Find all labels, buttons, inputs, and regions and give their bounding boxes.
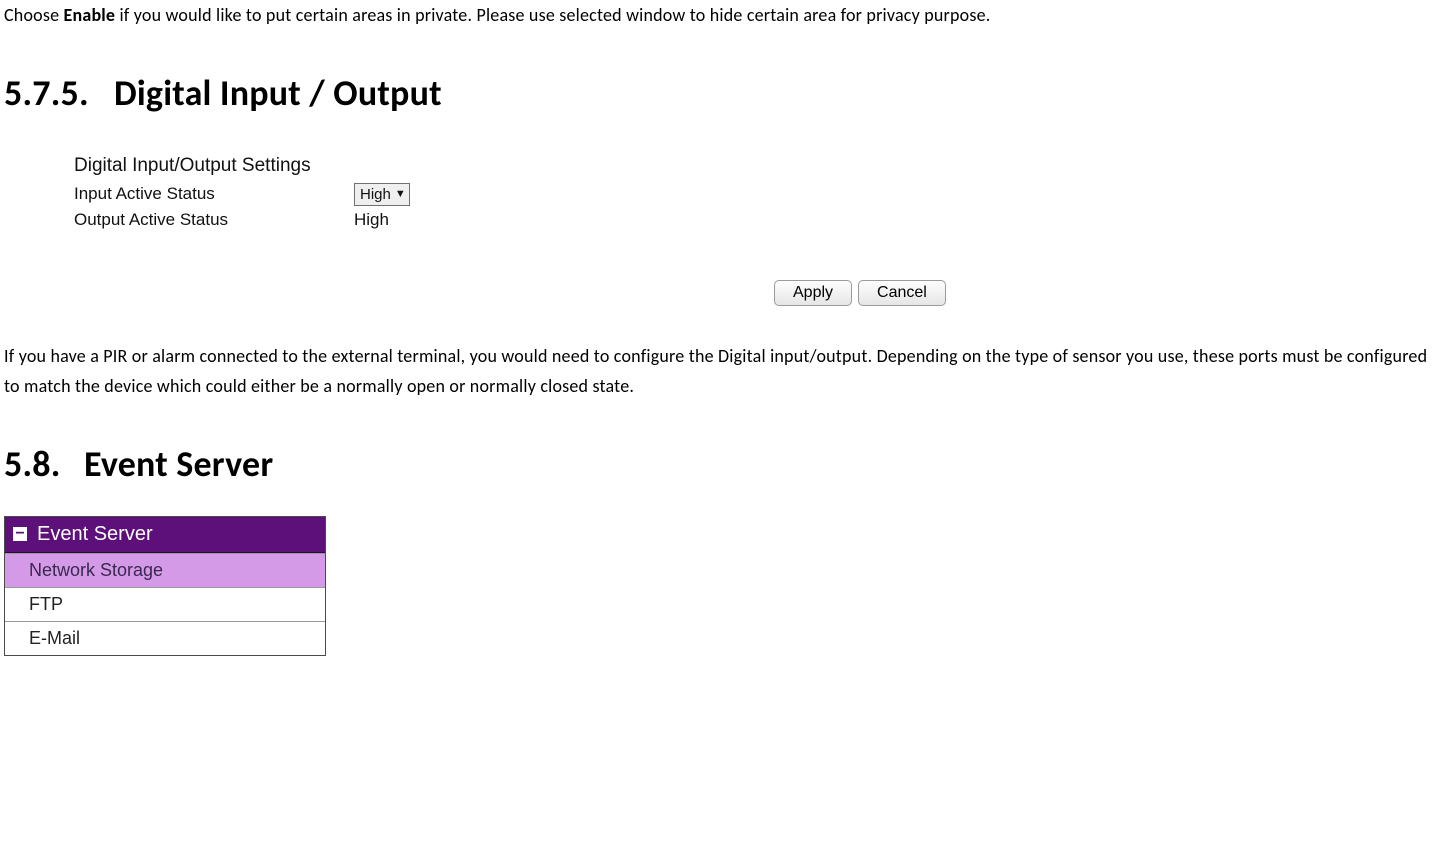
menu-item-label: FTP: [29, 594, 63, 614]
event-server-menu: − Event Server Network Storage FTP E-Mai…: [4, 516, 326, 656]
section-title-58: Event Server: [84, 442, 273, 486]
section-heading-58: 5.8.Event Server: [4, 442, 1437, 486]
section-number-575: 5.7.5.: [4, 71, 114, 115]
dio-description: If you have a PIR or alarm connected to …: [4, 341, 1437, 402]
output-status-label: Output Active Status: [74, 210, 354, 230]
output-status-value: High: [354, 210, 389, 230]
section-heading-575: 5.7.5.Digital Input / Output: [4, 71, 1437, 115]
event-server-menu-header[interactable]: − Event Server: [5, 517, 325, 553]
menu-item-network-storage[interactable]: Network Storage: [5, 553, 325, 587]
event-server-menu-title: Event Server: [37, 523, 153, 546]
section-title-575: Digital Input / Output: [114, 71, 442, 115]
input-status-row: Input Active Status High ▼: [74, 183, 1437, 206]
collapse-icon: −: [13, 527, 27, 541]
intro-bold: Enable: [64, 4, 116, 26]
output-status-row: Output Active Status High: [74, 210, 1437, 230]
input-status-dropdown[interactable]: High ▼: [354, 183, 410, 206]
input-status-label: Input Active Status: [74, 184, 354, 204]
intro-suffix: if you would like to put certain areas i…: [115, 4, 990, 26]
dio-settings-block: Digital Input/Output Settings Input Acti…: [74, 155, 1437, 306]
section-number-58: 5.8.: [4, 442, 84, 486]
intro-paragraph: Choose Enable if you would like to put c…: [4, 0, 1437, 31]
chevron-down-icon: ▼: [395, 188, 406, 200]
input-status-value: High: [360, 186, 391, 203]
menu-item-ftp[interactable]: FTP: [5, 587, 325, 621]
menu-item-email[interactable]: E-Mail: [5, 621, 325, 655]
menu-item-label: E-Mail: [29, 628, 80, 648]
cancel-button[interactable]: Cancel: [858, 280, 946, 306]
apply-button[interactable]: Apply: [774, 280, 852, 306]
button-row: Apply Cancel: [774, 280, 1437, 306]
menu-item-label: Network Storage: [29, 560, 163, 580]
dio-settings-heading: Digital Input/Output Settings: [74, 155, 1437, 177]
intro-prefix: Choose: [4, 4, 64, 26]
